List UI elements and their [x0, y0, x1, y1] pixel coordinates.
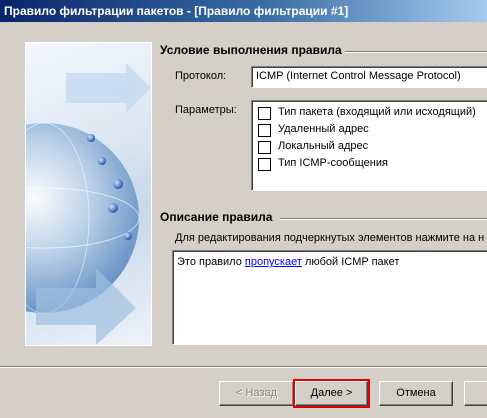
description-divider	[280, 218, 487, 220]
protocol-value: ICMP (Internet Control Message Protocol)	[256, 70, 461, 82]
description-text: Это правило пропускает любой ICMP пакет	[177, 256, 399, 268]
param-label: Тип ICMP-сообщения	[278, 157, 388, 169]
condition-divider	[345, 51, 487, 53]
title-bar[interactable]: Правило фильтрации пакетов - [Правило фи…	[0, 0, 487, 22]
params-label: Параметры:	[175, 104, 237, 116]
description-hint: Для редактирования подчеркнутых элементо…	[175, 232, 485, 244]
description-text-before: Это правило	[177, 256, 245, 268]
back-button[interactable]: < Назад	[219, 381, 294, 406]
param-label: Удаленный адрес	[278, 123, 369, 135]
window-title: Правило фильтрации пакетов - [Правило фи…	[4, 4, 349, 18]
param-label: Тип пакета (входящий или исходящий)	[278, 106, 476, 118]
button-separator	[0, 366, 487, 368]
wizard-illustration	[25, 42, 152, 346]
description-box[interactable]: Это правило пропускает любой ICMP пакет	[172, 250, 487, 345]
param-label: Локальный адрес	[278, 140, 369, 152]
local-address-checkbox[interactable]	[258, 141, 271, 154]
action-link[interactable]: пропускает	[245, 256, 302, 268]
packet-type-checkbox[interactable]	[258, 107, 271, 120]
remote-address-checkbox[interactable]	[258, 124, 271, 137]
dialog-window: Правило фильтрации пакетов - [Правило фи…	[0, 0, 487, 418]
cancel-button[interactable]: Отмена	[379, 381, 453, 406]
condition-heading: Условие выполнения правила	[160, 43, 346, 57]
protocol-label: Протокол:	[175, 70, 227, 82]
params-list[interactable]: Тип пакета (входящий или исходящий) Удал…	[251, 100, 487, 191]
description-heading: Описание правила	[160, 210, 277, 224]
protocol-select[interactable]: ICMP (Internet Control Message Protocol)	[251, 66, 487, 88]
help-button[interactable]	[464, 381, 487, 406]
icmp-type-checkbox[interactable]	[258, 158, 271, 171]
next-button[interactable]: Далее >	[293, 379, 370, 408]
description-text-after: любой ICMP пакет	[301, 256, 400, 268]
